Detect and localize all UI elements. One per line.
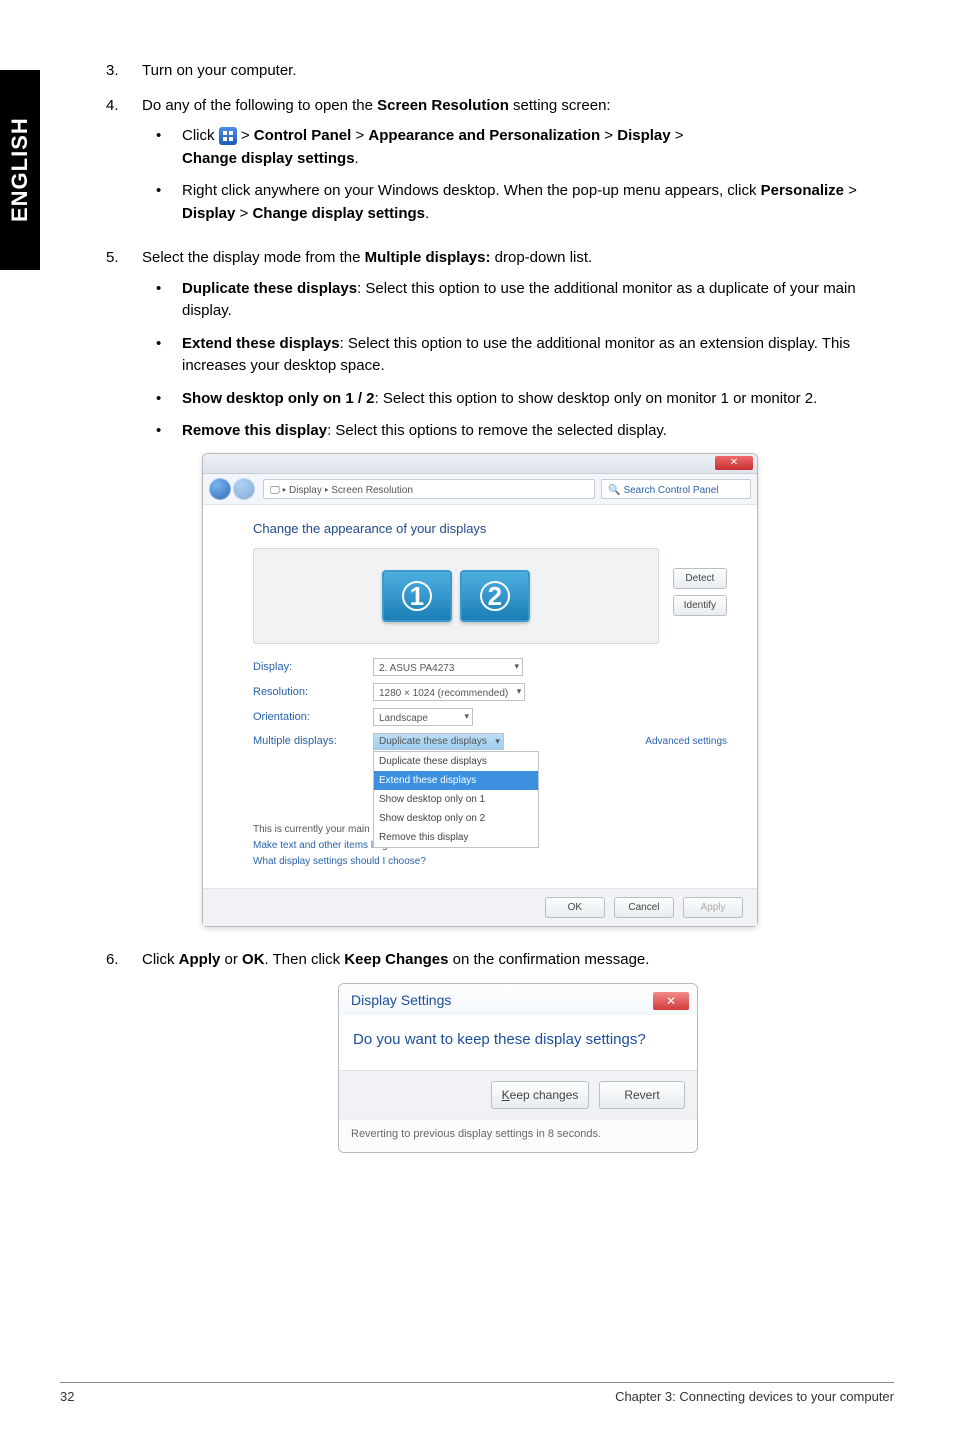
multi-option-show2[interactable]: Show desktop only on 2 xyxy=(374,809,538,828)
search-input[interactable]: 🔍Search Control Panel xyxy=(601,479,751,499)
close-icon[interactable]: ✕ xyxy=(653,992,689,1010)
bullet-dot: • xyxy=(156,180,182,203)
bullet-dot: • xyxy=(156,278,182,301)
step-5-text-b: drop-down list. xyxy=(490,249,592,266)
nav-forward-icon[interactable] xyxy=(233,478,255,500)
bullet-dot: • xyxy=(156,420,182,443)
opt-duplicate: Duplicate these displays xyxy=(182,280,357,297)
keep-changes-dialog: Display Settings ✕ Do you want to keep t… xyxy=(338,983,698,1153)
keep-changes-button[interactable]: Keep changes xyxy=(491,1081,590,1109)
multiple-combo[interactable]: Duplicate these displays xyxy=(373,733,504,750)
bullet-dot: • xyxy=(156,125,182,148)
step-5-bold: Multiple displays: xyxy=(365,249,491,266)
advanced-settings-link[interactable]: Advanced settings xyxy=(645,734,727,749)
multi-option-extend[interactable]: Extend these displays xyxy=(374,771,538,790)
multi-option-remove[interactable]: Remove this display xyxy=(374,828,538,847)
cancel-button[interactable]: Cancel xyxy=(614,897,674,918)
language-tab: ENGLISH xyxy=(0,70,40,270)
step-4-b1-pre: Click xyxy=(182,127,219,144)
monitor-arrangement[interactable]: 1 2 xyxy=(253,548,659,644)
window-chrome: ✕ xyxy=(203,454,757,474)
step-5-num: 5. xyxy=(106,247,142,270)
revert-button[interactable]: Revert xyxy=(599,1081,685,1109)
step-4-b2-line1: Right click anywhere on your Windows des… xyxy=(182,182,761,199)
keep-changes-bold: Keep Changes xyxy=(344,951,448,968)
ok-button[interactable]: OK xyxy=(545,897,605,918)
monitor-2[interactable]: 2 xyxy=(460,570,530,622)
opt-showonly: Show desktop only on 1 / 2 xyxy=(182,390,375,407)
change-display-settings: Change display settings xyxy=(182,150,355,167)
step-3-text: Turn on your computer. xyxy=(142,60,894,83)
multiple-label: Multiple displays: xyxy=(253,733,363,750)
step-4-text-b: setting screen: xyxy=(509,97,611,114)
personalize: Personalize xyxy=(761,182,844,199)
step-4-text-a: Do any of the following to open the xyxy=(142,97,377,114)
step-6-num: 6. xyxy=(106,949,142,972)
orientation-combo[interactable]: Landscape xyxy=(373,708,473,726)
monitor-1[interactable]: 1 xyxy=(382,570,452,622)
start-icon xyxy=(219,127,237,145)
dialog2-question: Do you want to keep these display settin… xyxy=(339,1015,697,1070)
step-5-text-a: Select the display mode from the xyxy=(142,249,365,266)
dialog-heading: Change the appearance of your displays xyxy=(253,519,727,539)
orientation-label: Orientation: xyxy=(253,709,363,726)
search-icon: 🔍 xyxy=(608,485,620,496)
display: Display xyxy=(617,127,670,144)
revert-countdown: Reverting to previous display settings i… xyxy=(339,1119,697,1153)
opt-remove: Remove this display xyxy=(182,422,327,439)
opt-extend: Extend these displays xyxy=(182,335,340,352)
step-4-bold: Screen Resolution xyxy=(377,97,509,114)
appearance: Appearance and Personalization xyxy=(368,127,600,144)
step-3-num: 3. xyxy=(106,60,142,83)
apply-button[interactable]: Apply xyxy=(683,897,743,918)
multi-option-duplicate[interactable]: Duplicate these displays xyxy=(374,752,538,771)
nav-back-icon[interactable] xyxy=(209,478,231,500)
identify-button[interactable]: Identify xyxy=(673,595,727,616)
display-combo[interactable]: 2. ASUS PA4273 xyxy=(373,658,523,676)
control-panel: Control Panel xyxy=(254,127,352,144)
screen-resolution-dialog: ✕ 🖵 ▸ Display ▸ Screen Resolution 🔍Searc… xyxy=(202,453,758,927)
bullet-dot: • xyxy=(156,333,182,356)
detect-button[interactable]: Detect xyxy=(673,568,727,589)
multi-option-show1[interactable]: Show desktop only on 1 xyxy=(374,790,538,809)
dialog2-title: Display Settings xyxy=(351,990,451,1011)
what-settings-link[interactable]: What display settings should I choose? xyxy=(253,854,727,870)
resolution-label: Resolution: xyxy=(253,684,363,701)
step-4-num: 4. xyxy=(106,95,142,118)
bullet-dot: • xyxy=(156,388,182,411)
display-label: Display: xyxy=(253,659,363,676)
resolution-combo[interactable]: 1280 × 1024 (recommended) xyxy=(373,683,525,701)
chapter-label: Chapter 3: Connecting devices to your co… xyxy=(615,1389,894,1404)
ok-bold: OK xyxy=(242,951,265,968)
close-icon[interactable]: ✕ xyxy=(715,456,753,470)
apply-bold: Apply xyxy=(179,951,221,968)
gt: > xyxy=(237,127,254,144)
breadcrumb[interactable]: 🖵 ▸ Display ▸ Screen Resolution xyxy=(263,479,595,499)
page-number: 32 xyxy=(60,1389,74,1404)
